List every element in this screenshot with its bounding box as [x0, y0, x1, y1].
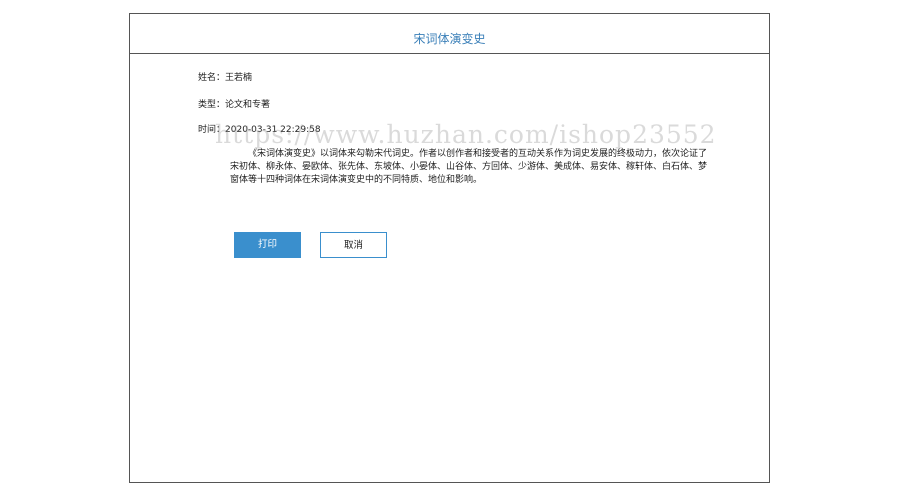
type-label: 类型：	[198, 100, 226, 110]
detail-dialog: 宋词体演变史 姓名：王若楠 类型：论文和专著 时间：2020-03-31 22:…	[129, 13, 770, 483]
description: 《宋词体演变史》以词体来勾勒宋代词史。作者以创作者和接受者的互动关系作为词史发展…	[230, 149, 708, 185]
cancel-button[interactable]: 取消	[320, 232, 387, 258]
name-value: 王若楠	[225, 73, 253, 83]
time-value: 2020-03-31 22:29:58	[225, 125, 321, 135]
name-row: 姓名：王若楠	[198, 70, 252, 83]
dialog-title: 宋词体演变史	[130, 14, 769, 54]
type-value: 论文和专著	[225, 100, 271, 110]
type-row: 类型：论文和专著	[198, 97, 270, 110]
name-label: 姓名：	[198, 73, 226, 83]
time-row: 时间：2020-03-31 22:29:58	[198, 122, 321, 135]
time-label: 时间：	[198, 125, 226, 135]
print-button[interactable]: 打印	[234, 232, 301, 258]
